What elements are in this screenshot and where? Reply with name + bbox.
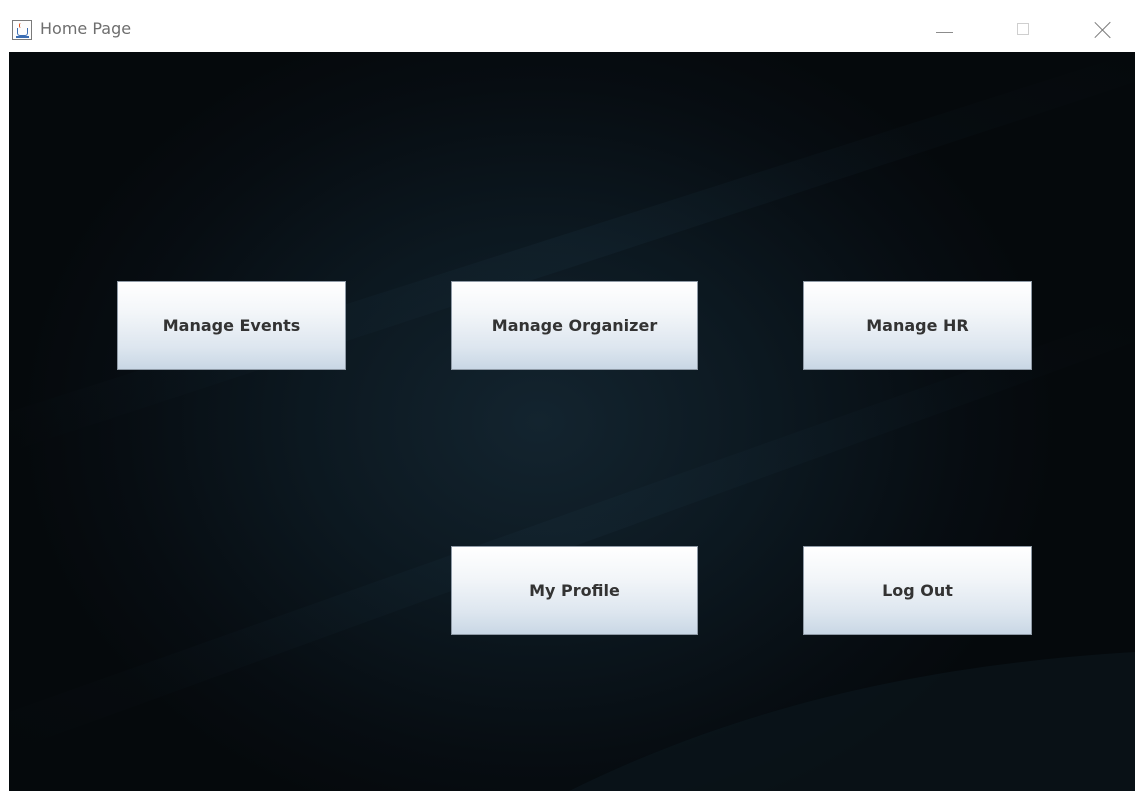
minimize-icon [936, 32, 953, 33]
title-bar[interactable]: Home Page [0, 0, 1135, 52]
manage-events-label: Manage Events [162, 316, 301, 335]
main-panel: Manage Events Manage Organizer Manage HR… [9, 52, 1135, 791]
background-decoration [9, 52, 1135, 791]
my-profile-label: My Profile [529, 581, 620, 600]
maximize-icon [1017, 23, 1029, 35]
log-out-label: Log Out [882, 581, 953, 600]
log-out-button[interactable]: Log Out [803, 546, 1032, 635]
manage-hr-button[interactable]: Manage HR [803, 281, 1032, 370]
manage-organizer-button[interactable]: Manage Organizer [451, 281, 698, 370]
close-button[interactable] [1081, 10, 1127, 50]
home-page-window: Home Page Manage Events Manage Organizer… [0, 0, 1135, 791]
manage-organizer-label: Manage Organizer [491, 316, 658, 335]
java-cup-icon[interactable] [12, 20, 32, 40]
manage-events-button[interactable]: Manage Events [117, 281, 346, 370]
my-profile-button[interactable]: My Profile [451, 546, 698, 635]
maximize-button[interactable] [1001, 10, 1047, 50]
minimize-button[interactable] [922, 10, 968, 50]
close-icon [1094, 21, 1112, 39]
manage-hr-label: Manage HR [866, 316, 969, 335]
window-title: Home Page [40, 19, 132, 38]
